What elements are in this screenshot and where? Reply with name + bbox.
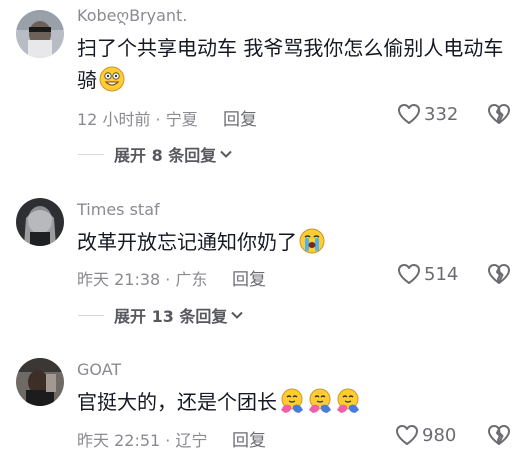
like-count: 332 [424, 103, 459, 125]
comment-text: 扫了个共享电动车 我爷骂我你怎么偷别人电动车骑 [77, 32, 517, 101]
comment-text-content: 官挺大的，还是个团长 [77, 390, 277, 414]
comment-item: GOAT 官挺大的，还是个团长 昨天 22:51 · 辽宁 回复 980 [0, 352, 526, 454]
reply-button[interactable]: 回复 [223, 105, 257, 130]
comment-text: 改革开放忘记通知你奶了 [77, 226, 517, 263]
dislike-button[interactable] [487, 263, 511, 289]
comment-text-content: 扫了个共享电动车 我爷骂我你怎么偷别人电动车骑 [77, 36, 504, 92]
like-count: 514 [424, 263, 459, 285]
grinning-emoji-icon [99, 66, 125, 101]
comment-username[interactable]: GOAT [77, 360, 121, 379]
comment-username[interactable]: Times staf [77, 200, 160, 219]
avatar[interactable] [16, 10, 64, 58]
avatar[interactable] [16, 358, 64, 406]
broken-heart-icon [488, 104, 510, 124]
like-button[interactable]: 332 [397, 103, 458, 125]
comment-text-content: 改革开放忘记通知你奶了 [77, 230, 297, 254]
like-count: 980 [422, 424, 457, 446]
heart-icon [398, 104, 420, 124]
hug-emoji-icon [335, 388, 361, 423]
heart-icon [398, 264, 420, 284]
broken-heart-icon [488, 264, 510, 284]
comment-item: Times staf 改革开放忘记通知你奶了 昨天 21:38 · 广东 回复 … [0, 192, 526, 332]
comment-time-location: 昨天 21:38 · 广东 [77, 270, 208, 289]
like-button[interactable]: 980 [395, 424, 456, 446]
expand-replies-label: 展开 13 条回复 [114, 307, 228, 326]
expand-divider [78, 153, 104, 155]
comment-username[interactable]: KobeღBryant. [77, 6, 187, 25]
expand-replies-label: 展开 8 条回复 [114, 146, 217, 165]
hug-emoji-icon [307, 388, 333, 423]
dislike-button[interactable] [487, 103, 511, 129]
reply-button[interactable]: 回复 [232, 265, 266, 290]
like-button[interactable]: 514 [397, 263, 458, 285]
comment-time-location: 12 小时前 · 宁夏 [77, 110, 198, 129]
avatar[interactable] [16, 198, 64, 246]
comment-item: KobeღBryant. 扫了个共享电动车 我爷骂我你怎么偷别人电动车骑 12 … [0, 0, 526, 175]
expand-divider [78, 314, 104, 316]
heart-icon [396, 425, 418, 445]
hug-emoji-icon [279, 388, 305, 423]
crying-emoji-icon [299, 228, 325, 263]
expand-replies-button[interactable]: 展开 13 条回复 [78, 303, 244, 327]
comment-text: 官挺大的，还是个团长 [77, 386, 517, 423]
reply-button[interactable]: 回复 [232, 426, 266, 451]
chevron-down-icon [231, 311, 244, 319]
expand-replies-button[interactable]: 展开 8 条回复 [78, 142, 232, 166]
dislike-button[interactable] [487, 424, 511, 450]
chevron-down-icon [220, 150, 232, 158]
comment-time-location: 昨天 22:51 · 辽宁 [77, 431, 208, 450]
broken-heart-icon [488, 425, 510, 445]
